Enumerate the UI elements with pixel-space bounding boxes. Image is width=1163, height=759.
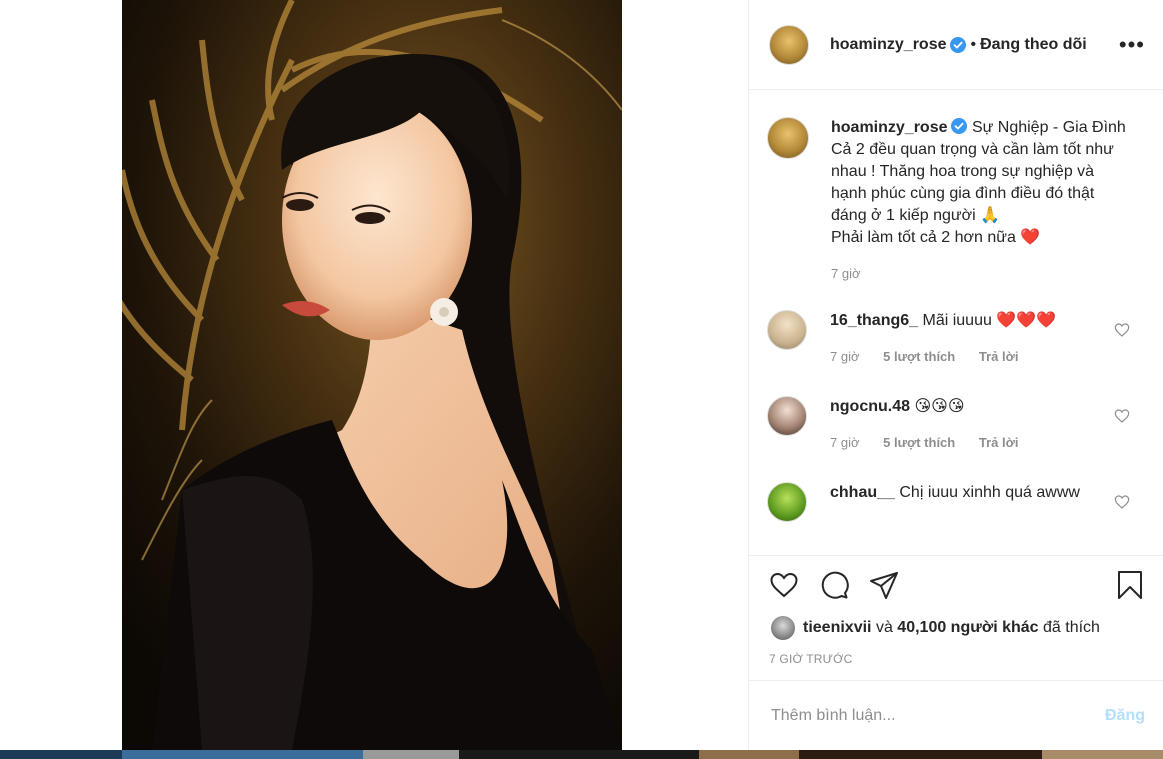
likes-count-link[interactable]: 40,100 người khác (897, 619, 1038, 637)
comment-time[interactable]: 7 giờ (830, 435, 860, 450)
caption-line-1: Sự Nghiệp - Gia Đình (971, 119, 1126, 136)
likes-suffix: đã thích (1043, 619, 1100, 636)
comment-item: chhau__ Chị iuuu xinhh quá awww (749, 482, 1163, 522)
comment-body: chhau__ Chị iuuu xinhh quá awww (830, 482, 1100, 522)
comment-like-heart-icon[interactable] (1114, 494, 1130, 510)
post-comment-button[interactable]: Đăng (1105, 707, 1145, 725)
caption-body: hoaminzy_rose Sự Nghiệp - Gia Đình Cả 2 … (831, 117, 1131, 285)
liker-avatar[interactable] (771, 616, 795, 640)
comment-text: Mãi iuuuu ❤️❤️❤️ (922, 312, 1057, 329)
caption-time[interactable]: 7 giờ (831, 263, 1131, 285)
post-time-ago[interactable]: 7 GIỜ TRƯỚC (749, 640, 1163, 666)
photo-gap (622, 0, 748, 750)
comment-meta: 7 giờ 5 lượt thích Trả lời (830, 346, 1100, 368)
comment-like-heart-icon[interactable] (1114, 408, 1130, 424)
comments-list[interactable]: hoaminzy_rose Sự Nghiệp - Gia Đình Cả 2 … (749, 91, 1163, 555)
post-caption: hoaminzy_rose Sự Nghiệp - Gia Đình Cả 2 … (749, 91, 1163, 285)
commenter-avatar[interactable] (767, 310, 807, 350)
author-username[interactable]: hoaminzy_rose (830, 36, 946, 54)
post-photo-illustration (122, 0, 622, 750)
likes-connector: và (875, 619, 893, 636)
caption-line-3: Phải làm tốt cả 2 hơn nữa ❤️ (831, 229, 1041, 246)
commenter-avatar[interactable] (767, 396, 807, 436)
save-bookmark-icon[interactable] (1115, 570, 1145, 600)
bottom-thumbnail-strip (0, 750, 1163, 759)
caption-username[interactable]: hoaminzy_rose (831, 119, 947, 136)
commenter-avatar[interactable] (767, 482, 807, 522)
more-options-icon[interactable]: ••• (1119, 33, 1145, 56)
like-heart-icon[interactable] (769, 570, 799, 600)
left-margin (0, 0, 122, 759)
comment-likes[interactable]: 5 lượt thích (883, 435, 955, 450)
post-header: hoaminzy_rose • Đang theo dõi ••• (749, 0, 1163, 90)
comment-item: ngocnu.48 😘😘😘 7 giờ 5 lượt thích Trả lời (749, 396, 1163, 454)
add-comment-bar: Đăng (749, 680, 1163, 750)
comment-likes[interactable]: 5 lượt thích (883, 349, 955, 364)
comment-username[interactable]: 16_thang6_ (830, 312, 918, 329)
share-paper-plane-icon[interactable] (869, 570, 899, 600)
comment-reply-button[interactable]: Trả lời (979, 349, 1019, 364)
comment-username[interactable]: chhau__ (830, 484, 895, 501)
caption-avatar[interactable] (767, 117, 809, 159)
comment-text: 😘😘😘 (914, 398, 965, 415)
comment-username[interactable]: ngocnu.48 (830, 398, 910, 415)
comment-time[interactable]: 7 giờ (830, 349, 860, 364)
comment-body: 16_thang6_ Mãi iuuuu ❤️❤️❤️ 7 giờ 5 lượt… (830, 310, 1100, 368)
post-actions: tieenixvii và 40,100 người khác đã thích… (749, 555, 1163, 680)
comment-input[interactable] (769, 705, 1105, 726)
post-photo[interactable] (122, 0, 622, 750)
comment-like-heart-icon[interactable] (1114, 322, 1130, 338)
caption-line-2: Cả 2 đều quan trọng và cần làm tốt như n… (831, 141, 1114, 224)
comment-meta: 7 giờ 5 lượt thích Trả lời (830, 432, 1100, 454)
comment-reply-button[interactable]: Trả lời (979, 435, 1019, 450)
comment-text: Chị iuuu xinhh quá awww (899, 484, 1080, 501)
likes-summary: tieenixvii và 40,100 người khác đã thích (749, 600, 1163, 640)
liker-username[interactable]: tieenixvii (803, 619, 871, 637)
separator-dot: • (970, 35, 977, 53)
author-avatar[interactable] (769, 24, 809, 65)
verified-badge-icon (950, 36, 967, 53)
action-icon-row (749, 556, 1163, 600)
comment-body: ngocnu.48 😘😘😘 7 giờ 5 lượt thích Trả lời (830, 396, 1100, 454)
comment-bubble-icon[interactable] (819, 570, 849, 600)
follow-status-button[interactable]: Đang theo dõi (980, 36, 1087, 54)
comment-item: 16_thang6_ Mãi iuuuu ❤️❤️❤️ 7 giờ 5 lượt… (749, 310, 1163, 368)
verified-badge-icon (951, 118, 968, 134)
post-side-panel: hoaminzy_rose • Đang theo dõi ••• hoamin… (748, 0, 1163, 750)
